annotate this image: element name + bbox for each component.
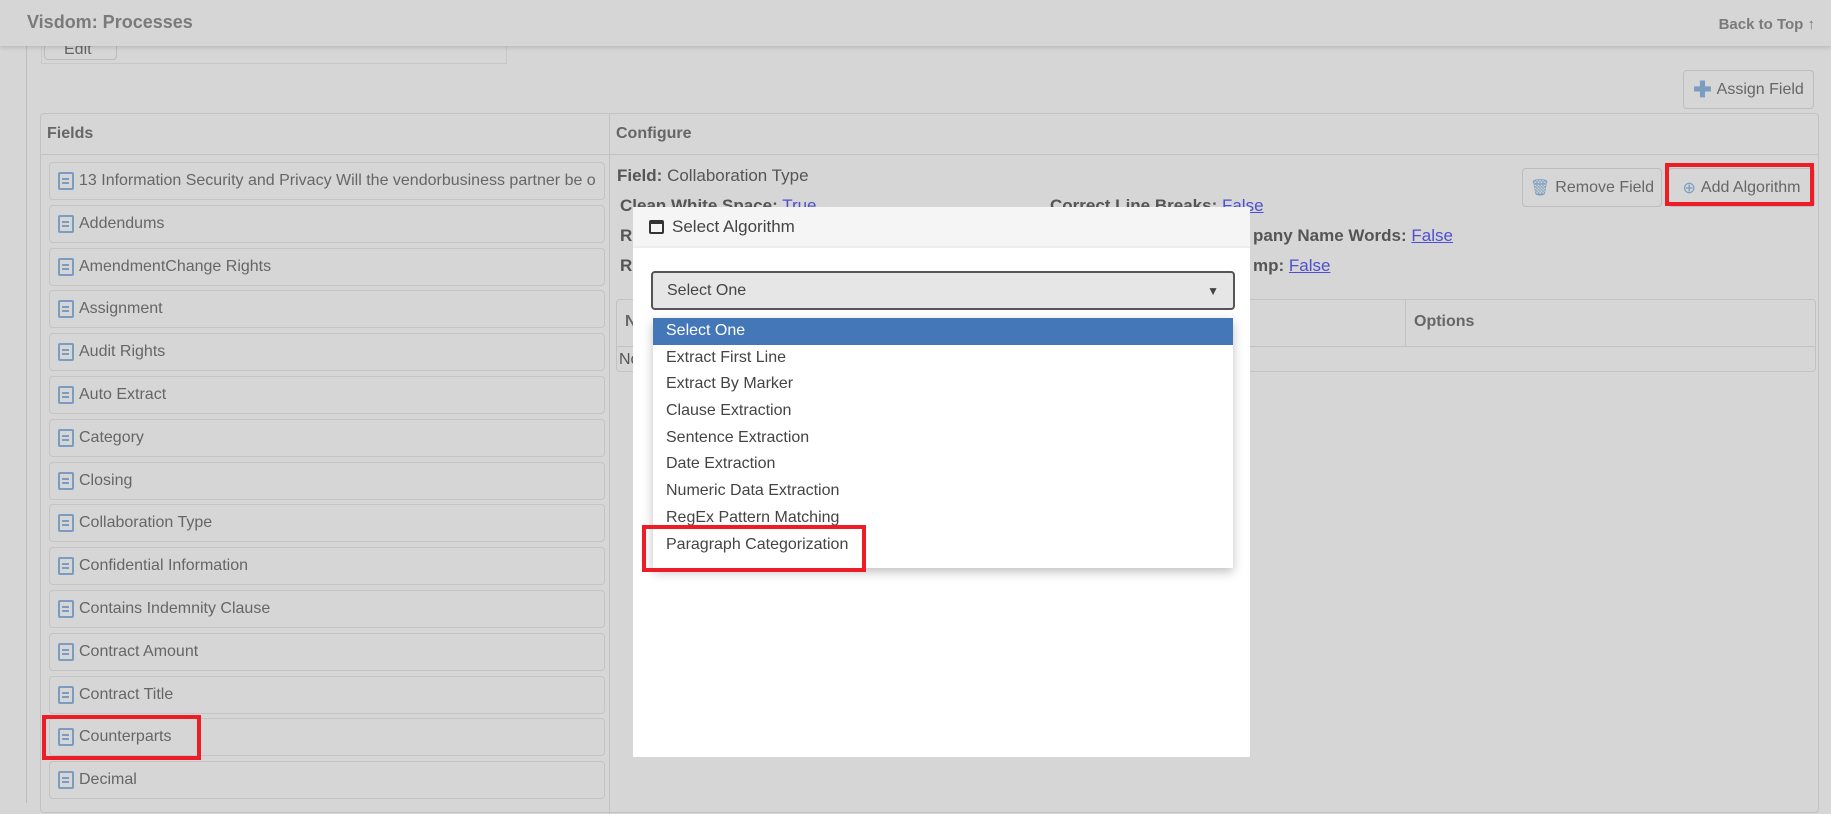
field-item-label: Decimal [79,771,137,789]
field-item-label: AmendmentChange Rights [79,257,272,275]
assign-field-label: Assign Field [1716,80,1804,98]
configure-heading: Configure [616,125,692,142]
field-item[interactable]: Contains Indemnity Clause [49,590,605,628]
field-icon [58,300,74,319]
field-item-label: Auto Extract [79,386,167,403]
field-icon [58,642,74,661]
select-algorithm-modal: Select Algorithm Select One ▼ Select One… [633,207,1250,757]
modal-header: Select Algorithm [633,207,1250,248]
back-to-top-link[interactable]: Back to Top ↑ [1719,16,1815,33]
options-column-header: Options [1414,313,1475,330]
select-value: Select One [667,281,747,299]
field-icon [58,685,74,704]
field-item[interactable]: Contract Title [49,675,605,714]
remove-field-label: Remove Field [1555,178,1654,196]
field-icon [58,471,74,490]
field-item-label: Confidential Information [79,557,248,575]
field-label: Field: [617,166,663,185]
assign-field-button[interactable]: ✚ Assign Field [1683,70,1814,109]
field-icon [58,428,74,447]
remove-field-button[interactable]: 🗑 Remove Field [1522,168,1662,207]
setting-label: pany Name Words: [1253,226,1407,245]
setting-row-2: R [620,226,632,246]
divider [26,46,27,803]
field-item-label: Assignment [79,300,163,318]
field-item[interactable]: Assignment [49,290,605,329]
field-item[interactable]: Contract Amount [49,632,605,671]
dropdown-option[interactable]: Extract First Line [653,345,1233,372]
field-item[interactable]: Decimal [49,761,605,800]
caret-down-icon: ▼ [1207,283,1219,298]
field-value: Collaboration Type [667,166,809,185]
field-item[interactable]: Collaboration Type [49,504,605,543]
fields-heading: Fields [47,125,94,142]
window-icon [649,219,664,234]
annotation-box-counterparts [42,715,201,760]
field-item-label: Addendums [79,214,165,232]
field-info: Field: Collaboration Type [617,166,809,186]
dropdown-option[interactable]: Extract By Marker [653,371,1233,398]
annotation-box-paragraph-categorization [642,525,866,572]
field-item-label: 13 Information Security and Privacy Will… [79,172,596,189]
field-icon [58,214,74,233]
field-icon [58,386,74,404]
field-item-label: Collaboration Type [79,514,213,532]
dropdown-option[interactable]: Sentence Extraction [653,425,1233,452]
field-item[interactable]: Audit Rights [49,333,605,372]
field-item[interactable]: Category [49,418,605,457]
setting-row-3-right: mp: False [1253,256,1330,276]
field-item-label: Closing [79,471,133,489]
setting-label: mp: [1253,256,1285,275]
trash-icon: 🗑 [1529,179,1551,197]
field-item[interactable]: 13 Information Security and Privacy Will… [49,162,605,200]
field-item[interactable]: Confidential Information [49,547,605,586]
field-item[interactable]: Addendums [49,204,605,243]
field-icon [58,343,74,362]
setting-row-3: R [620,256,632,276]
dropdown-option[interactable]: Clause Extraction [653,398,1233,425]
setting-label: R [620,256,633,275]
column-divider [1405,300,1406,347]
field-item-label: Contains Indemnity Clause [79,600,271,617]
field-item-label: Contract Amount [79,642,199,660]
top-bar: Visdom: Processes Back to Top ↑ [0,0,1831,46]
field-icon [58,514,74,533]
setting-link[interactable]: False [1289,256,1331,275]
company-name-words-link[interactable]: False [1411,226,1453,245]
field-icon [58,172,74,190]
field-item-label: Audit Rights [79,343,166,361]
setting-company-name-words: pany Name Words: False [1253,226,1453,246]
field-item-label: Contract Title [79,685,174,703]
modal-title: Select Algorithm [672,216,795,236]
panel-header: Fields Configure [41,114,1818,155]
field-icon [58,257,74,276]
field-item[interactable]: Auto Extract [49,376,605,414]
field-item-label: Category [79,428,144,446]
dropdown-option[interactable]: Date Extraction [653,451,1233,478]
algorithm-select[interactable]: Select One ▼ [651,271,1235,310]
setting-label: R [620,226,633,245]
page-title: Visdom: Processes [27,12,193,32]
field-icon [58,557,74,576]
annotation-box-add-algorithm [1665,163,1814,206]
field-item[interactable]: Closing [49,461,605,500]
dropdown-option[interactable]: Select One [653,318,1233,345]
field-icon [58,600,74,618]
dropdown-option[interactable]: Numeric Data Extraction [653,478,1233,505]
field-icon [58,771,74,790]
field-item[interactable]: AmendmentChange Rights [49,247,605,286]
plus-icon: ✚ [1693,76,1712,102]
divider [609,114,610,814]
